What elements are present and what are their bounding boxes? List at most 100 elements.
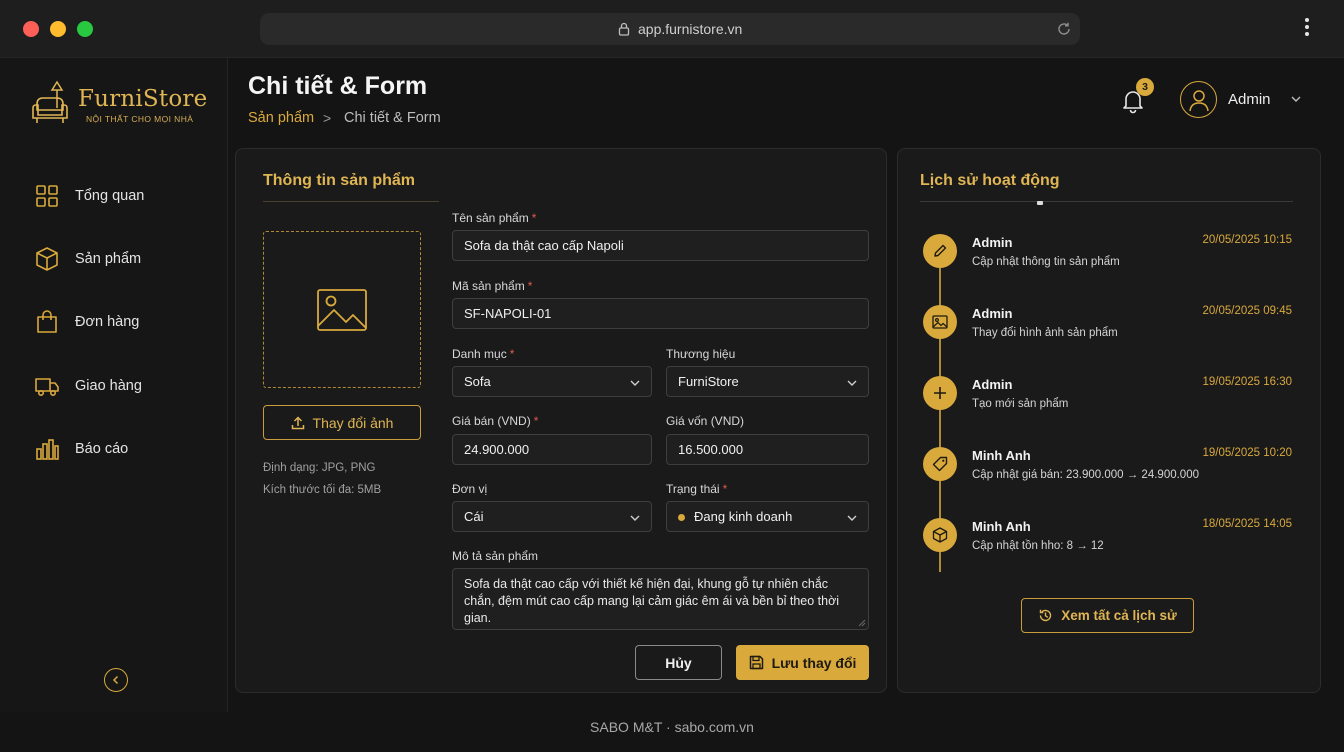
- cancel-button[interactable]: Hủy: [635, 645, 722, 680]
- notification-badge: 3: [1136, 78, 1154, 96]
- timeline-icon: [923, 447, 957, 481]
- cost-label: Giá vốn (VND): [666, 414, 745, 428]
- category-select[interactable]: Sofa: [452, 366, 652, 397]
- pencil-icon: [934, 244, 947, 257]
- lock-icon: [618, 22, 630, 36]
- description-label: Mô tả sản phẩm: [452, 549, 539, 563]
- status-label: Trạng thái *: [666, 482, 728, 496]
- chevron-left-icon: [112, 675, 119, 685]
- history-desc: Tạo mới sản phẩm: [972, 398, 1069, 410]
- product-info-title: Thông tin sản phẩm: [263, 172, 415, 189]
- description-text: Sofa da thật cao cấp với thiết kế hiện đ…: [464, 577, 840, 625]
- box-icon: [36, 247, 58, 271]
- image-icon: [317, 288, 367, 331]
- timeline-icon: [923, 518, 957, 552]
- page-title: Chi tiết & Form: [248, 72, 428, 100]
- chevron-down-icon: [630, 515, 640, 521]
- footer: SABO M&T · sabo.com.vn: [590, 719, 754, 735]
- sku-input[interactable]: SF-NAPOLI-01: [452, 298, 869, 329]
- timeline-icon: [923, 376, 957, 410]
- sidebar-item-label: Tổng quan: [75, 188, 145, 204]
- history-icon: [1040, 609, 1052, 622]
- address-bar[interactable]: app.furnistore.vn: [260, 13, 1080, 45]
- image-format-hint: Định dạng: JPG, PNG: [263, 462, 376, 474]
- history-title-underline: [920, 201, 1293, 202]
- unit-value: Cái: [464, 509, 484, 524]
- chevron-down-icon: [847, 380, 857, 386]
- breadcrumb-products-link[interactable]: Sản phẩm: [248, 110, 314, 126]
- url-text: app.furnistore.vn: [638, 21, 743, 37]
- brand-select[interactable]: FurniStore: [666, 366, 869, 397]
- history-desc: Thay đổi hình ảnh sản phẩm: [972, 327, 1118, 339]
- timeline-icon: [923, 234, 957, 268]
- history-title: Lịch sử hoạt động: [920, 172, 1060, 189]
- unit-select[interactable]: Cái: [452, 501, 652, 532]
- history-user: Admin: [972, 306, 1013, 321]
- status-select[interactable]: Đang kinh doanh: [666, 501, 869, 532]
- browser-chrome: app.furnistore.vn: [0, 0, 1344, 58]
- sidebar-item-orders[interactable]: Đơn hàng: [34, 307, 214, 337]
- resize-handle-icon[interactable]: [858, 619, 866, 627]
- sidebar-item-label: Báo cáo: [75, 441, 129, 457]
- history-time: 19/05/2025 10:20: [1202, 447, 1292, 459]
- view-all-history-button[interactable]: Xem tất cả lịch sử: [1021, 598, 1194, 633]
- product-name-input[interactable]: Sofa da thật cao cấp Napoli: [452, 230, 869, 261]
- history-desc: Cập nhật tồn hho: 8 → 12: [972, 540, 1104, 552]
- history-user: Minh Anh: [972, 519, 1031, 534]
- user-icon: [1188, 89, 1209, 111]
- brand-value: FurniStore: [678, 374, 739, 389]
- save-label: Lưu thay đổi: [771, 654, 857, 671]
- cost-input[interactable]: 16.500.000: [666, 434, 869, 465]
- browser-menu-icon[interactable]: [1300, 18, 1314, 40]
- user-name[interactable]: Admin: [1228, 91, 1271, 108]
- chevron-down-icon: [630, 380, 640, 386]
- sidebar-item-label: Giao hàng: [75, 378, 142, 394]
- scroll-marker: [1037, 201, 1043, 205]
- category-label: Danh mục *: [452, 347, 515, 361]
- status-dot: [678, 514, 685, 521]
- sidebar-item-reports[interactable]: Báo cáo: [34, 434, 214, 464]
- section-title-underline: [263, 201, 439, 202]
- sku-label: Mã sản phẩm *: [452, 279, 533, 293]
- sidebar-item-label: Sản phẩm: [75, 251, 142, 267]
- reload-icon[interactable]: [1056, 21, 1072, 37]
- history-time: 20/05/2025 09:45: [1202, 305, 1292, 317]
- collapse-sidebar-button[interactable]: [104, 668, 128, 692]
- sidebar-item-products[interactable]: Sản phẩm: [34, 244, 214, 274]
- image-icon: [932, 315, 948, 329]
- history-time: 18/05/2025 14:05: [1202, 518, 1292, 530]
- close-window-button[interactable]: [23, 21, 39, 37]
- bag-icon: [37, 310, 57, 333]
- sidebar-item-shipping[interactable]: Giao hàng: [34, 371, 214, 401]
- description-textarea[interactable]: Sofa da thật cao cấp với thiết kế hiện đ…: [452, 568, 869, 630]
- image-size-hint: Kích thước tối đa: 5MB: [263, 484, 382, 496]
- plus-icon: [934, 387, 946, 399]
- history-desc: Cập nhật giá bán: 23.900.000 → 24.900.00…: [972, 469, 1199, 481]
- save-button[interactable]: Lưu thay đổi: [736, 645, 869, 680]
- product-image-placeholder[interactable]: [263, 231, 421, 388]
- change-image-button[interactable]: Thay đổi ảnh: [263, 405, 421, 440]
- minimize-window-button[interactable]: [50, 21, 66, 37]
- chevron-down-icon[interactable]: [1290, 93, 1302, 105]
- change-image-label: Thay đổi ảnh: [312, 414, 394, 431]
- history-user: Admin: [972, 235, 1013, 250]
- sidebar-item-overview[interactable]: Tổng quan: [34, 181, 214, 211]
- view-all-history-label: Xem tất cả lịch sử: [1061, 608, 1177, 623]
- maximize-window-button[interactable]: [77, 21, 93, 37]
- history-user: Minh Anh: [972, 448, 1031, 463]
- category-value: Sofa: [464, 374, 491, 389]
- truck-icon: [35, 378, 59, 396]
- save-icon: [749, 655, 763, 670]
- breadcrumb-separator: >: [323, 110, 332, 126]
- price-label: Giá bán (VND) *: [452, 414, 539, 428]
- price-input[interactable]: 24.900.000: [452, 434, 652, 465]
- upload-icon: [291, 415, 304, 429]
- avatar[interactable]: [1180, 81, 1217, 118]
- history-time: 19/05/2025 16:30: [1202, 376, 1292, 388]
- brand-name: FurniStore: [78, 86, 208, 112]
- bar-chart-icon: [36, 439, 59, 460]
- unit-label: Đơn vị: [452, 482, 488, 496]
- grid-icon: [36, 185, 58, 207]
- history-user: Admin: [972, 377, 1013, 392]
- brand-label: Thương hiệu: [666, 347, 736, 361]
